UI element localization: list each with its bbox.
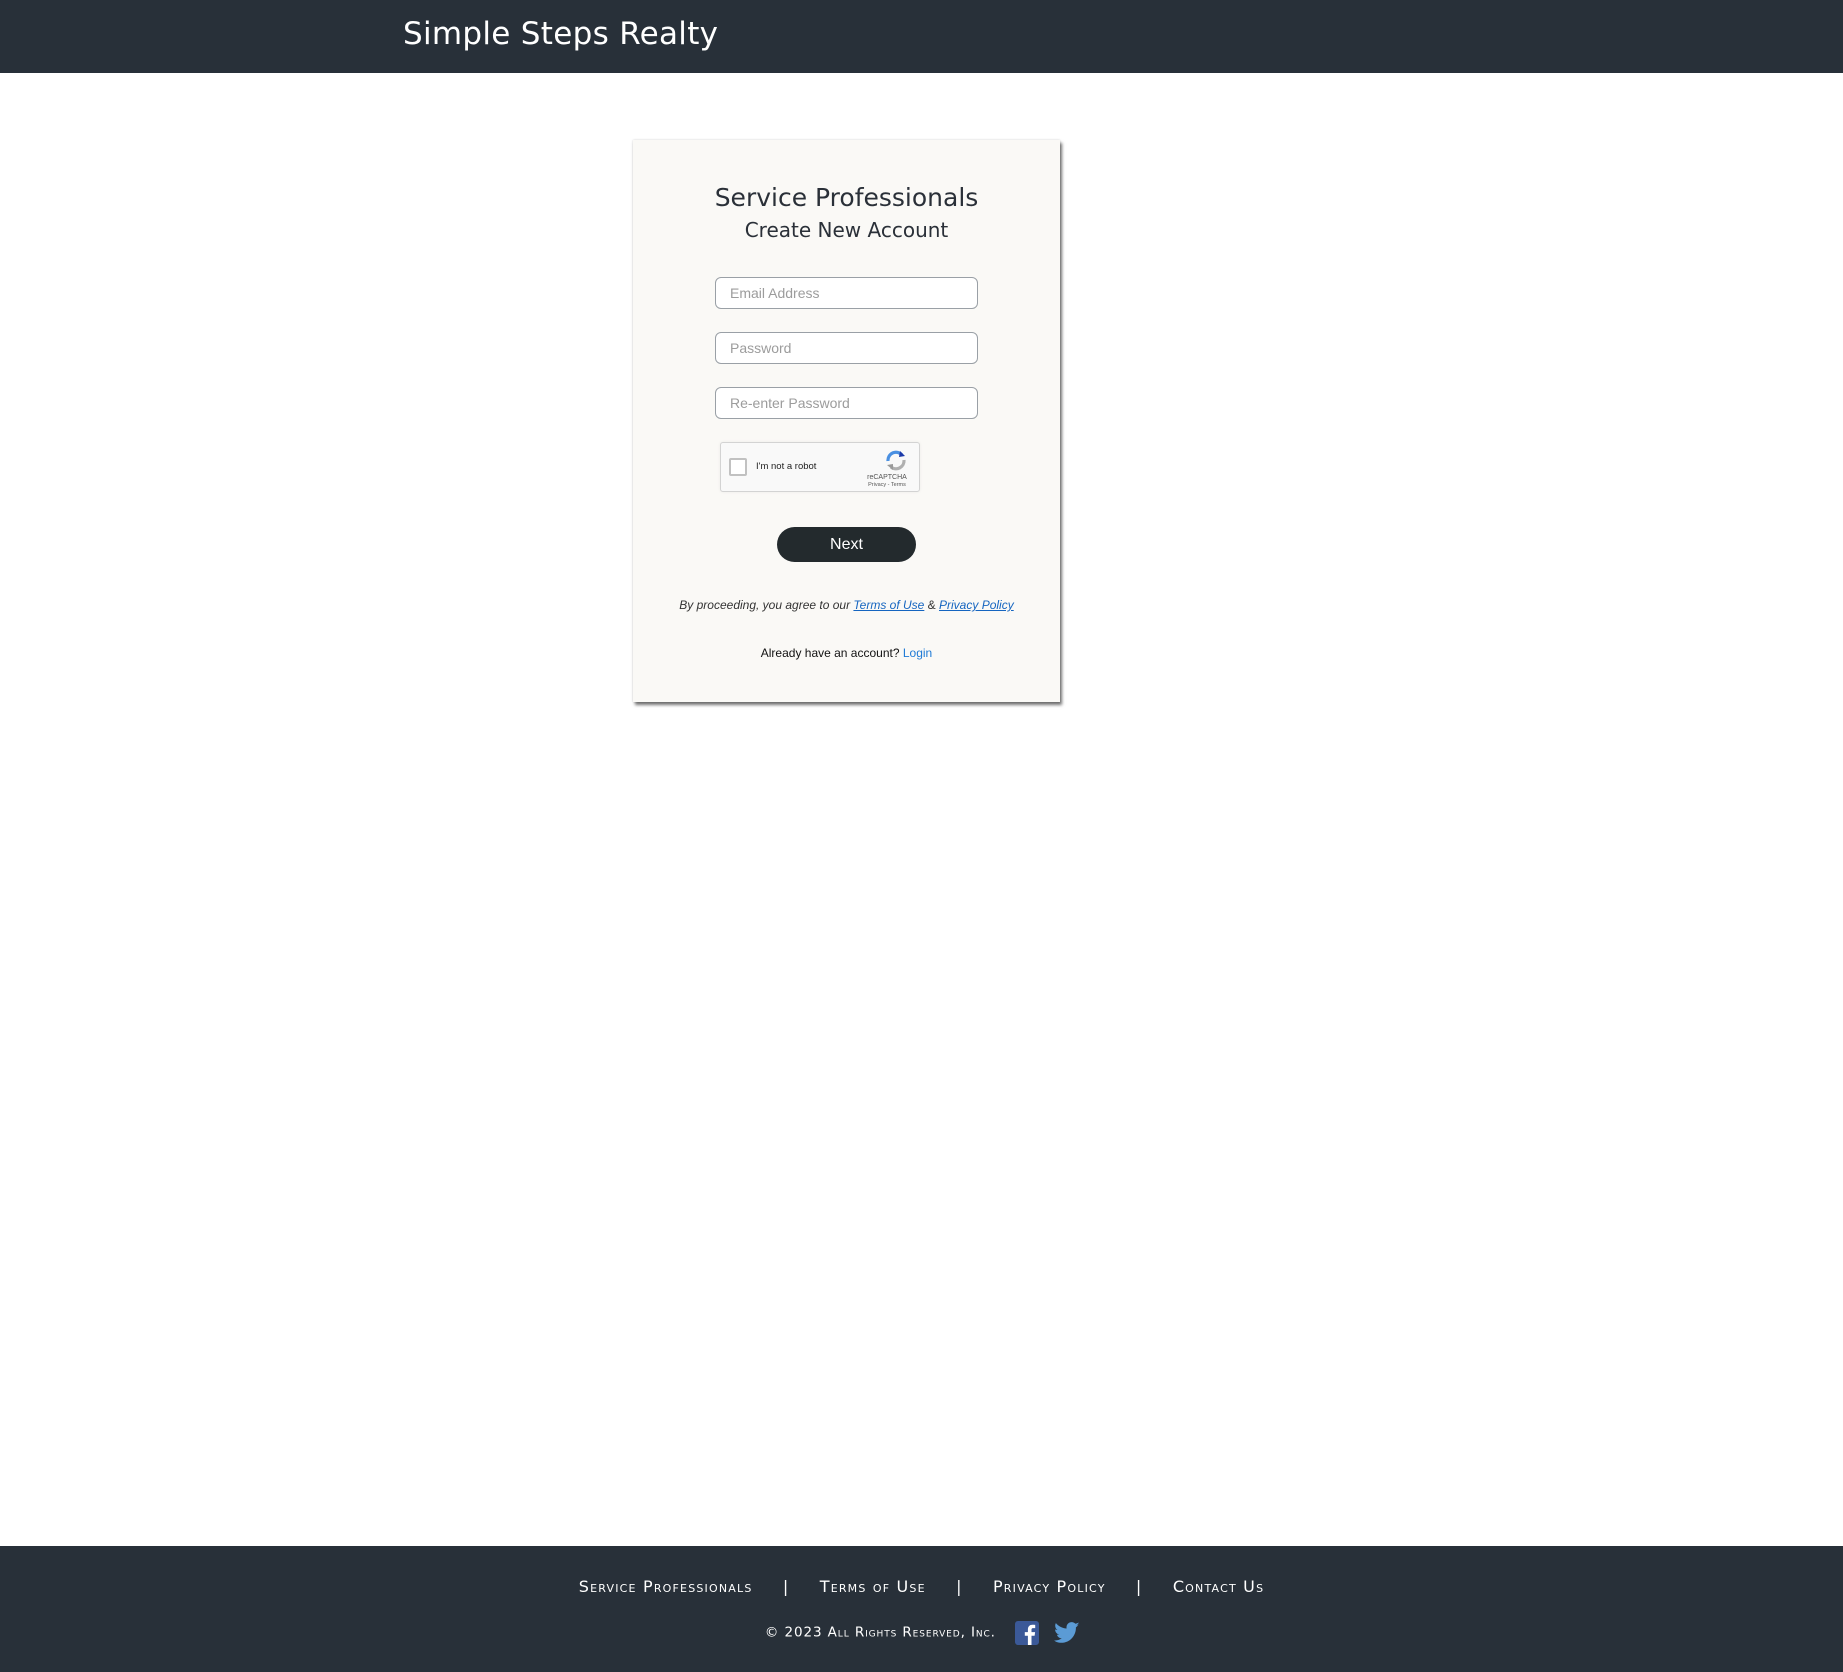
page-subtitle: Create New Account bbox=[744, 218, 949, 242]
footer-separator: | bbox=[1135, 1577, 1143, 1596]
signup-card: Service Professionals Create New Account… bbox=[633, 140, 1060, 702]
recaptcha-logo-icon bbox=[883, 449, 909, 471]
terms-lead-text: By proceeding, you agree to our bbox=[679, 598, 854, 612]
password-field[interactable] bbox=[715, 332, 978, 364]
privacy-policy-link[interactable]: Privacy Policy bbox=[939, 598, 1014, 612]
recaptcha-checkbox[interactable] bbox=[729, 458, 747, 476]
recaptcha-label: I'm not a robot bbox=[756, 461, 817, 472]
recaptcha-brand: reCAPTCHA bbox=[867, 474, 907, 481]
footer-separator: | bbox=[782, 1577, 790, 1596]
page-title: Service Professionals bbox=[714, 183, 979, 212]
footer-link-terms-of-use[interactable]: Terms of Use bbox=[820, 1577, 926, 1596]
footer-separator: | bbox=[956, 1577, 963, 1596]
footer-bottom: © 2023 All Rights Reserved, Inc. bbox=[0, 1620, 1843, 1645]
terms-of-use-link[interactable]: Terms of Use bbox=[853, 598, 924, 612]
account-prompt-text: Already have an account? bbox=[760, 646, 903, 660]
recaptcha-widget: I'm not a robot reCAPTCHA Privacy - Term… bbox=[720, 442, 920, 492]
email-field[interactable] bbox=[715, 277, 978, 309]
footer-link-contact-us[interactable]: Contact Us bbox=[1173, 1577, 1264, 1596]
site-footer: Service Professionals | Terms of Use | P… bbox=[0, 1546, 1843, 1672]
twitter-icon[interactable] bbox=[1054, 1621, 1080, 1645]
terms-notice: By proceeding, you agree to our Terms of… bbox=[633, 597, 1060, 613]
facebook-icon[interactable] bbox=[1014, 1620, 1039, 1645]
footer-nav: Service Professionals | Terms of Use | P… bbox=[0, 1576, 1843, 1598]
footer-link-service-professionals[interactable]: Service Professionals bbox=[579, 1577, 753, 1596]
footer-link-privacy-policy[interactable]: Privacy Policy bbox=[993, 1577, 1106, 1596]
top-navbar: Simple Steps Realty bbox=[0, 0, 1843, 73]
existing-account-prompt: Already have an account? Login bbox=[633, 645, 1060, 661]
login-link[interactable]: Login bbox=[903, 646, 932, 660]
copyright-text: © 2023 All Rights Reserved, Inc. bbox=[764, 1624, 996, 1641]
terms-joiner: & bbox=[924, 598, 940, 612]
recaptcha-links[interactable]: Privacy - Terms bbox=[857, 482, 917, 489]
site-logo-text[interactable]: Simple Steps Realty bbox=[403, 14, 718, 54]
next-button[interactable]: Next bbox=[777, 527, 916, 562]
reenter-password-field[interactable] bbox=[715, 387, 978, 419]
